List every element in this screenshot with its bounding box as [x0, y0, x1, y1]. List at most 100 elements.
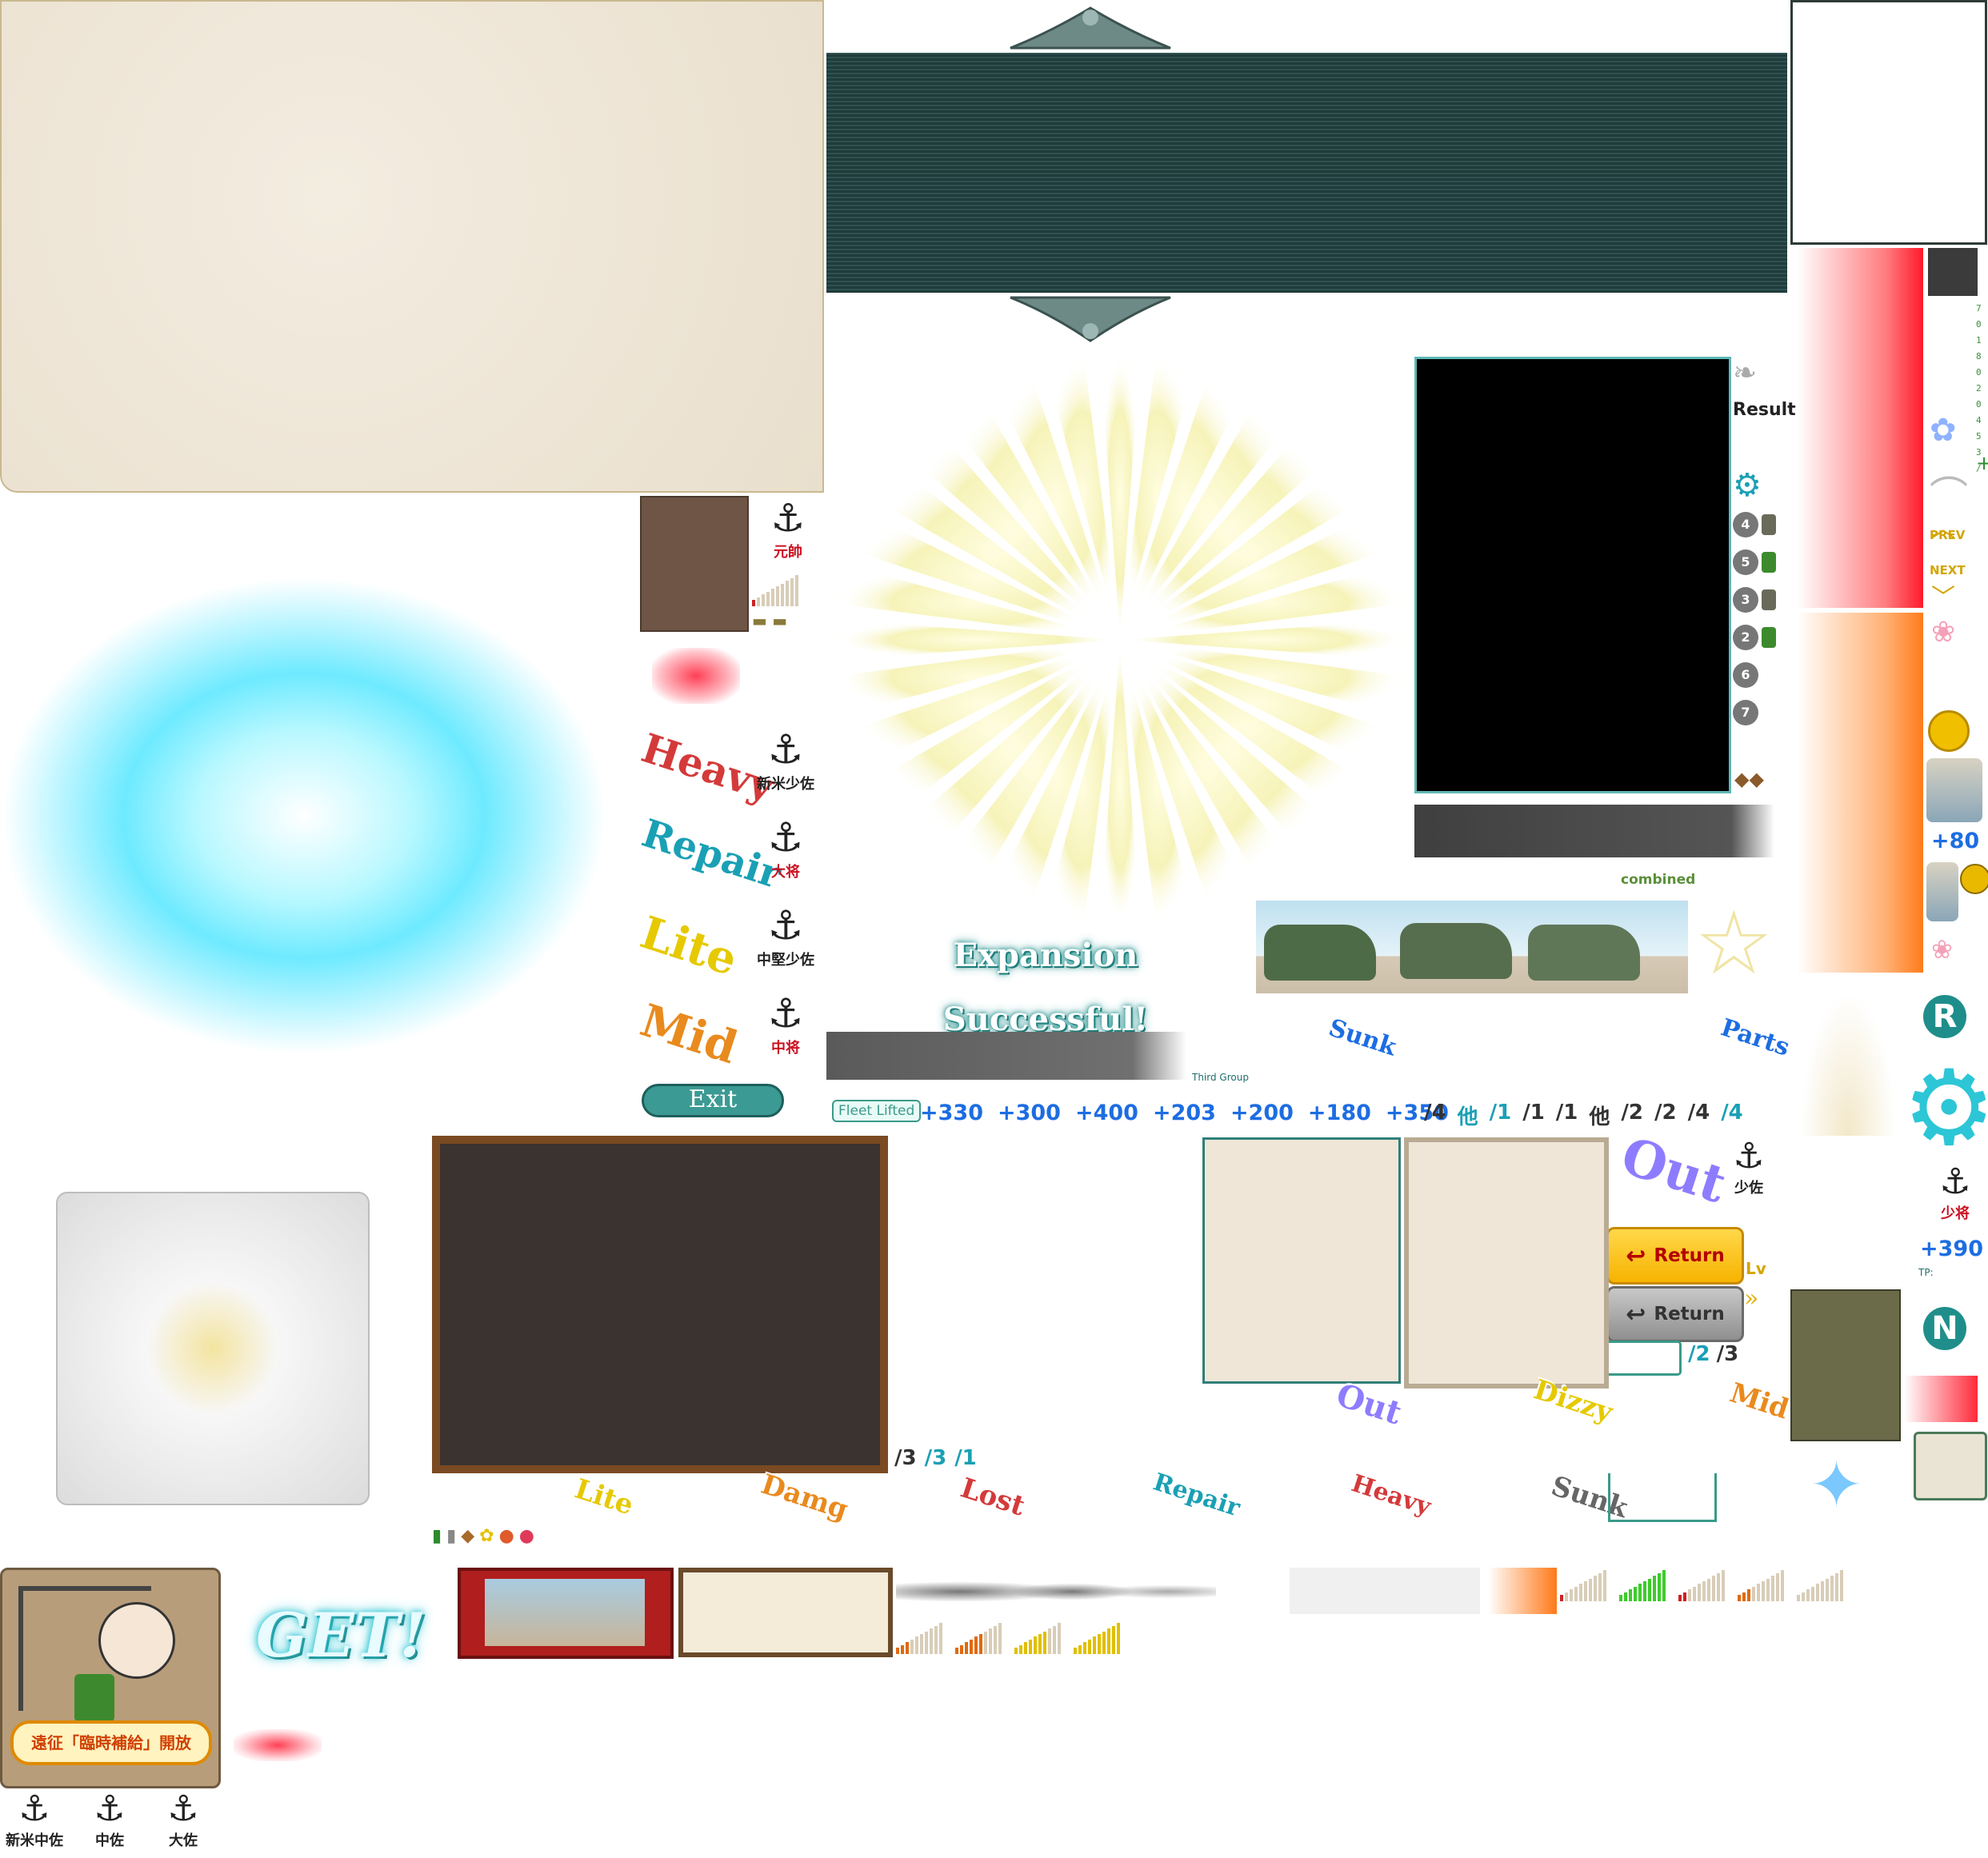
dark-board-panel — [432, 1136, 888, 1473]
signal-bar — [1738, 1595, 1741, 1601]
next-label[interactable]: NEXT — [1930, 563, 1966, 577]
ammo-icon: ▬ ▬ — [752, 611, 788, 630]
signal-bar — [1693, 1586, 1696, 1601]
outline-box — [1608, 1473, 1717, 1522]
signal-bar — [1093, 1636, 1096, 1654]
signal-bar — [1579, 1584, 1582, 1601]
expedition-card: 遠征「臨時補給」開放 — [0, 1568, 221, 1788]
dock-icon[interactable] — [1914, 1432, 1987, 1500]
signal-bar — [1757, 1584, 1760, 1601]
oil-barrel-icon — [1762, 551, 1776, 573]
anchor-icon: ⚓ — [167, 1788, 199, 1829]
sunburst-effect — [832, 352, 1408, 928]
return-button-disabled[interactable]: ↩ Return — [1606, 1286, 1744, 1342]
parts-stamp: Parts — [1717, 1013, 1794, 1062]
signal-bars-row — [1560, 1568, 1843, 1601]
signal-bar — [1840, 1570, 1843, 1601]
signal-bars — [752, 573, 798, 606]
mid-stamp: Mid — [634, 993, 744, 1075]
light-gray-bar — [1290, 1568, 1480, 1614]
rank-gensui: ⚓ 元帥 — [754, 496, 822, 561]
signal-bar — [1811, 1586, 1814, 1601]
signal-bar — [781, 583, 784, 606]
signal-bar — [1702, 1581, 1706, 1601]
signal-bar — [934, 1625, 938, 1654]
signal-bar — [1826, 1578, 1829, 1601]
exit-button[interactable]: Exit — [642, 1084, 784, 1117]
black-result-panel — [1414, 357, 1731, 793]
bonus-value: +180 — [1307, 1101, 1371, 1125]
signal-bars — [896, 1620, 942, 1654]
signal-bar — [1717, 1572, 1720, 1601]
fraction-label: /3 — [924, 1446, 947, 1470]
rank-shinbei-chuusa: ⚓ 新米中佐 — [0, 1788, 69, 1850]
plus-80-label: +80 — [1931, 829, 1980, 853]
oil-barrel-icon — [1762, 589, 1776, 610]
sunburst-ray — [1099, 352, 1141, 640]
signal-bar — [1570, 1589, 1573, 1601]
trophy-statue-icon — [1926, 862, 1958, 921]
signal-bar — [766, 591, 770, 606]
numbered-circle: 5 — [1733, 543, 1789, 581]
rank-taishou: ⚓ 大将 — [746, 814, 826, 881]
signal-bar — [752, 600, 755, 606]
signal-bar — [1589, 1578, 1592, 1601]
heavy-stamp-small: Heavy — [1348, 1469, 1434, 1521]
anchor-icon: ⚓ — [767, 814, 804, 861]
flower-icon: ✿ — [1930, 412, 1957, 449]
chevron-down-icon[interactable]: ﹀ — [1931, 577, 1955, 613]
rank-chuushou: ⚓ 中将 — [746, 990, 826, 1057]
signal-bar — [771, 589, 774, 606]
bonus-value: +330 — [920, 1101, 983, 1125]
chevron-right-icon: » — [1744, 1285, 1759, 1313]
pink-leaf-icon: ❀ — [1931, 934, 1953, 965]
paper-panel-framed — [1404, 1137, 1609, 1389]
signal-bar — [1830, 1576, 1834, 1601]
signal-bar — [1683, 1592, 1686, 1601]
signal-bar — [1074, 1648, 1077, 1654]
rank-bars — [752, 573, 798, 606]
damage-stamp: Damg — [757, 1468, 852, 1527]
bonus-value: +300 — [997, 1101, 1061, 1125]
gray-gradient-bar — [826, 1032, 1186, 1080]
signal-bar — [1747, 1589, 1750, 1601]
signal-bars — [1678, 1568, 1725, 1601]
signal-bar — [1678, 1595, 1682, 1601]
expedition-unlock-label: 遠征「臨時補給」開放 — [10, 1720, 212, 1765]
signal-bar — [1802, 1592, 1805, 1601]
banner-top-ornament — [1002, 0, 1178, 54]
chevron-up-icon[interactable]: ︿ — [1931, 509, 1955, 544]
aircraft-scene — [1256, 901, 1688, 993]
signal-bar — [994, 1625, 997, 1654]
return-button-active[interactable]: ↩ Return — [1606, 1227, 1744, 1285]
lite-stamp: Lite — [634, 905, 744, 987]
empty-input-box[interactable] — [1605, 1341, 1682, 1376]
bauxite-icon: ◆◆ — [1734, 768, 1764, 790]
combined-label: combined — [1621, 872, 1696, 888]
orange-fade-bar — [1488, 1568, 1557, 1614]
signal-bar — [1707, 1578, 1710, 1601]
signal-bars — [1074, 1620, 1120, 1654]
pink-leaf-icon: ❀ — [1931, 616, 1956, 649]
side-digits: 7 0 1 8 0 2 0 4 5 3 / — [1976, 303, 1982, 473]
signal-bar — [1821, 1581, 1824, 1601]
signal-bar — [1034, 1636, 1037, 1654]
signal-bar — [1653, 1576, 1656, 1601]
signal-bar — [920, 1634, 923, 1654]
fraction-label: /3 — [1716, 1342, 1739, 1366]
signal-bar — [1083, 1642, 1086, 1654]
out-stamp-large: Out — [1614, 1125, 1734, 1216]
circle-numbers-column: 4 5 3 2 6 7 — [1733, 505, 1789, 731]
third-group-label: Third Group — [1192, 1072, 1249, 1083]
oil-barrel-icon — [1762, 513, 1776, 535]
smoke-effects — [896, 1568, 1216, 1616]
bonus-value: +400 — [1074, 1101, 1138, 1125]
sparkle-icon: ✦ — [1810, 1448, 1864, 1522]
signal-bar — [930, 1628, 933, 1654]
signal-bar — [790, 577, 794, 606]
character-avatar — [98, 1602, 175, 1679]
aircraft-icon — [1400, 923, 1512, 979]
fraction-right: /2/3 — [1688, 1342, 1738, 1366]
fraction-label: /1 — [1489, 1101, 1512, 1125]
signal-bar — [910, 1639, 914, 1654]
